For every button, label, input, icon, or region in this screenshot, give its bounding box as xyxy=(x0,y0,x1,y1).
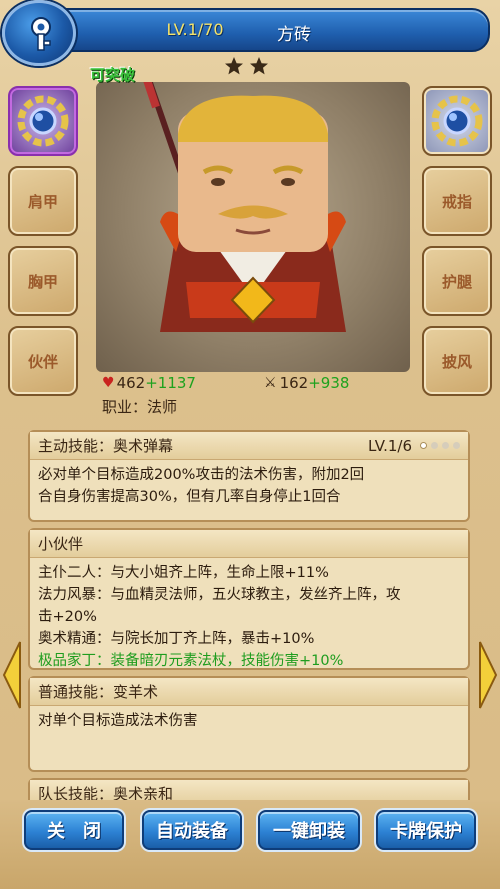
hero-name: 方砖 xyxy=(277,25,311,45)
bonus-line-active: 极品家丁：装备暗刃元素法杖，技能伤害+10% xyxy=(38,653,344,669)
key-icon xyxy=(31,17,51,51)
bonus-line: 击+20% xyxy=(38,609,97,625)
page-dot xyxy=(420,442,427,449)
desc-line: 必对单个目标造成200%攻击的法术伤害，附加2回 xyxy=(38,467,365,483)
active-skill-title: 主动技能：奥术弹幕 xyxy=(38,437,174,455)
hp-value: 462 xyxy=(116,374,146,392)
active-skill-panel: 主动技能：奥术弹幕 LV.1/6 必对单个目标造成200%攻击的法术伤害，附加2… xyxy=(28,430,470,522)
equip-slot-ring[interactable]: 戒指 xyxy=(422,166,492,236)
desc-line: 合自身伤害提高30%，但有几率自身停止1回合 xyxy=(38,489,341,505)
normal-skill-desc: 对单个目标造成法术伤害 xyxy=(38,713,198,729)
normal-skill-panel: 普通技能：变羊术 对单个目标造成法术伤害 xyxy=(28,676,470,772)
auto-equip-button[interactable]: 自动装备 xyxy=(142,810,242,850)
hp-bonus: +1137 xyxy=(145,374,196,392)
skill-level: LV.1/6 xyxy=(368,436,412,455)
gear-gem-icon xyxy=(431,95,483,147)
equip-slot-accessory[interactable] xyxy=(422,86,492,156)
page-dot xyxy=(431,442,438,449)
page-dot xyxy=(453,442,460,449)
equip-slot-chest[interactable]: 胸甲 xyxy=(8,246,78,316)
partner-title: 小伙伴 xyxy=(30,530,468,558)
hero-detail-screen: LV.1/70 方砖 可突破 肩甲 胸甲 伙伴 戒指 护腿 披风 ♥ 462 +… xyxy=(0,0,500,889)
attack-value: 162 xyxy=(279,374,309,392)
attack-icon: ⚔ xyxy=(264,375,277,391)
active-skill-desc: 必对单个目标造成200%攻击的法术伤害，附加2回 合自身伤害提高30%，但有几率… xyxy=(30,460,468,512)
equip-slot-legs[interactable]: 护腿 xyxy=(422,246,492,316)
normal-skill-title: 普通技能：变羊术 xyxy=(30,678,468,706)
next-hero-arrow-icon[interactable] xyxy=(478,640,498,710)
prev-hero-arrow-icon[interactable] xyxy=(2,640,22,710)
hp-stat: ♥ 462 +1137 xyxy=(102,372,196,394)
equip-slot-cloak[interactable]: 披风 xyxy=(422,326,492,396)
close-button[interactable]: 关 闭 xyxy=(24,810,124,850)
breakthrough-label: 可突破 xyxy=(90,66,136,84)
equip-slot-weapon[interactable] xyxy=(8,86,78,156)
attack-stat: ⚔ 162 +938 xyxy=(264,372,349,394)
active-skill-header: 主动技能：奥术弹幕 LV.1/6 xyxy=(30,432,468,460)
equip-slot-partner[interactable]: 伙伴 xyxy=(8,326,78,396)
page-dot xyxy=(442,442,449,449)
job-label: 职业：法师 xyxy=(102,398,178,416)
equip-slot-shoulder[interactable]: 肩甲 xyxy=(8,166,78,236)
bonus-line: 法力风暴：与血精灵法师，五火球教主，发丝齐上阵，攻 xyxy=(38,587,401,603)
heart-icon: ♥ xyxy=(102,375,115,391)
partner-bonuses: 主仆二人：与大小姐齐上阵，生命上限+11% 法力风暴：与血精灵法师，五火球教主，… xyxy=(30,558,468,676)
card-protect-button[interactable]: 卡牌保护 xyxy=(376,810,476,850)
bonus-line: 奥术精通：与院长加丁齐上阵，暴击+10% xyxy=(38,631,315,647)
unequip-all-button[interactable]: 一键卸装 xyxy=(258,810,360,850)
gear-gem-icon xyxy=(17,95,69,147)
hero-level: LV.1/70 xyxy=(166,20,224,39)
hero-portrait xyxy=(96,82,410,372)
partner-panel: 小伙伴 主仆二人：与大小姐齐上阵，生命上限+11% 法力风暴：与血精灵法师，五火… xyxy=(28,528,470,670)
star-icon xyxy=(225,57,243,75)
star-rating xyxy=(224,56,274,76)
bonus-line: 主仆二人：与大小姐齐上阵，生命上限+11% xyxy=(38,565,329,581)
attack-bonus: +938 xyxy=(308,374,350,392)
back-button[interactable] xyxy=(2,0,76,66)
star-icon xyxy=(250,57,269,75)
skill-level-indicator: LV.1/6 xyxy=(368,437,460,455)
